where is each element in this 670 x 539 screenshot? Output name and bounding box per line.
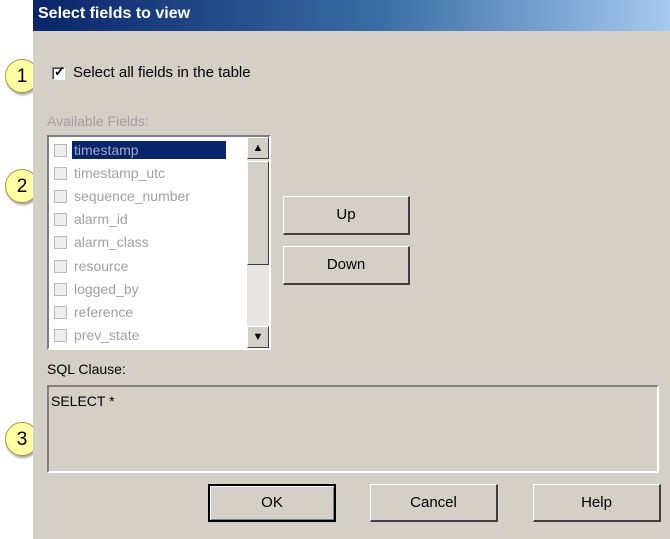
field-checkbox[interactable] xyxy=(54,213,67,226)
field-checkbox[interactable] xyxy=(54,144,67,157)
cancel-button[interactable]: Cancel xyxy=(370,484,498,522)
field-label: prev_state xyxy=(74,327,140,343)
field-label: timestamp xyxy=(72,141,226,159)
field-label: alarm_class xyxy=(74,234,149,250)
select-all-label[interactable]: Select all fields in the table xyxy=(73,64,251,81)
field-checkbox[interactable] xyxy=(54,306,67,319)
arrow-up-icon: ▲ xyxy=(252,142,264,154)
field-label: timestamp_utc xyxy=(74,165,166,181)
scroll-up-button[interactable]: ▲ xyxy=(247,137,269,159)
list-item[interactable]: reference xyxy=(51,301,243,323)
help-button[interactable]: Help xyxy=(533,484,661,522)
field-checkbox[interactable] xyxy=(54,329,67,342)
field-checkbox[interactable] xyxy=(54,283,67,296)
list-item[interactable]: resource xyxy=(51,255,243,277)
window-title: Select fields to view xyxy=(38,5,191,22)
up-button[interactable]: Up xyxy=(283,196,410,235)
field-checkbox[interactable] xyxy=(54,260,67,273)
list-item[interactable]: alarm_class xyxy=(51,231,243,253)
available-fields-list[interactable]: timestamp timestamp_utc sequence_number … xyxy=(47,135,271,350)
select-all-checkbox[interactable]: ✓ xyxy=(52,64,65,80)
scroll-down-button[interactable]: ▼ xyxy=(247,326,269,348)
list-scrollbar[interactable]: ▲ ▼ xyxy=(247,137,269,348)
sql-clause-text: SELECT * xyxy=(51,393,115,409)
field-checkbox[interactable] xyxy=(54,190,67,203)
list-item[interactable]: timestamp_utc xyxy=(51,162,243,184)
down-button[interactable]: Down xyxy=(283,246,410,285)
ok-button[interactable]: OK xyxy=(208,484,336,522)
list-item[interactable]: timestamp xyxy=(51,139,243,161)
sql-clause-field[interactable]: SELECT * xyxy=(47,385,659,473)
field-label: resource xyxy=(74,258,129,274)
list-item[interactable]: prev_state xyxy=(51,324,243,346)
available-fields-label: Available Fields: xyxy=(47,113,149,129)
sql-clause-label: SQL Clause: xyxy=(47,361,126,377)
field-label: sequence_number xyxy=(74,188,190,204)
field-checkbox[interactable] xyxy=(54,236,67,249)
scroll-thumb[interactable] xyxy=(247,161,269,265)
field-label: alarm_id xyxy=(74,211,128,227)
field-label: reference xyxy=(74,304,134,320)
checkmark-icon: ✓ xyxy=(54,64,65,79)
list-item[interactable]: sequence_number xyxy=(51,185,243,207)
list-item[interactable]: logged_by xyxy=(51,278,243,300)
field-checkbox[interactable] xyxy=(54,167,67,180)
field-label: logged_by xyxy=(74,281,139,297)
list-item[interactable]: alarm_id xyxy=(51,208,243,230)
arrow-down-icon: ▼ xyxy=(252,331,264,343)
title-bar[interactable]: Select fields to view xyxy=(33,0,670,31)
